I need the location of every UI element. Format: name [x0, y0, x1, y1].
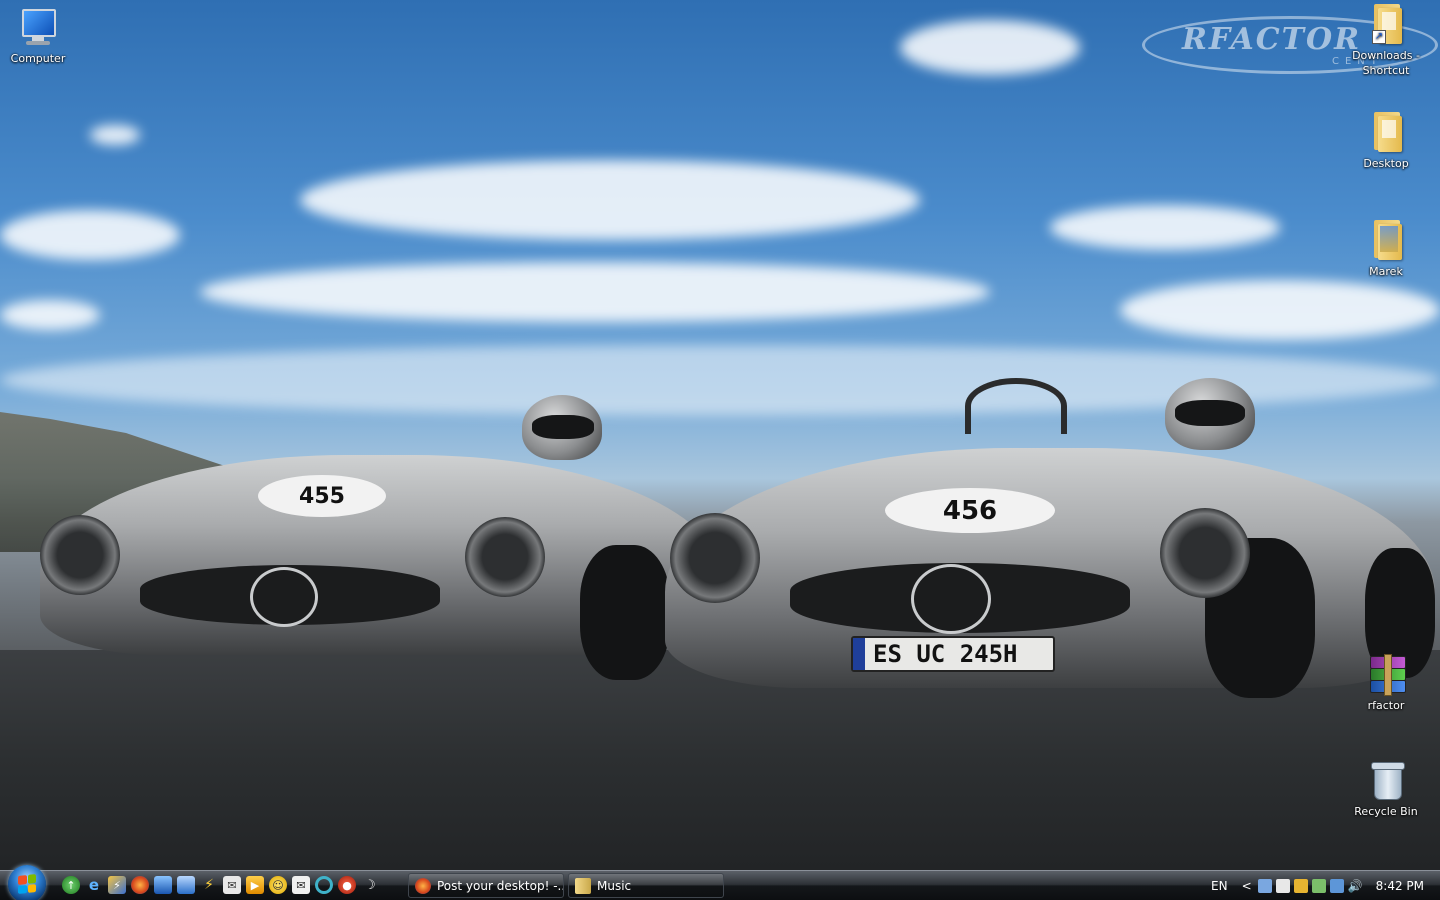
internet-explorer-icon[interactable]: e: [85, 876, 103, 894]
language-indicator[interactable]: EN: [1211, 879, 1228, 893]
desktop-icon-downloads-shortcut[interactable]: ↗ Downloads - Shortcut: [1348, 2, 1424, 78]
recycle-bin-icon: [1366, 758, 1406, 802]
desktop-icon-rfactor[interactable]: rfactor: [1348, 652, 1424, 713]
desktop-icon-label: Computer: [10, 52, 66, 65]
media-player-icon[interactable]: ▶: [246, 876, 264, 894]
car-right: 456 ES UC 245H: [665, 378, 1440, 703]
system-tray: EN < 🔊 8:42 PM: [1211, 871, 1440, 900]
car-wheel: [580, 545, 670, 680]
desktop-icon-label: rfactor: [1367, 699, 1405, 712]
headlight: [465, 517, 545, 597]
quick-launch: ↑ e ⚡ ⚡ ✉ ▶ ☺ ✉ ● ☽: [62, 876, 379, 896]
logo-text: RFACTOR: [1182, 22, 1362, 57]
smiley-icon[interactable]: ☺: [269, 876, 287, 894]
windows-logo-icon: [18, 874, 36, 894]
race-number-roundel: 455: [258, 475, 386, 517]
eu-band: [853, 638, 865, 670]
taskbar: ↑ e ⚡ ⚡ ✉ ▶ ☺ ✉ ● ☽ Post your desktop! -…: [0, 865, 1440, 900]
folder-shortcut-icon: ↗: [1366, 2, 1406, 46]
cloud: [300, 160, 920, 240]
license-plate: ES UC 245H: [851, 636, 1055, 672]
desktop-icon-label: Desktop: [1363, 157, 1409, 170]
cloud: [1050, 205, 1280, 250]
race-number: 456: [942, 495, 998, 526]
mercedes-star: [911, 564, 991, 634]
chrome-ring-icon[interactable]: [315, 876, 333, 894]
race-number: 455: [299, 483, 345, 509]
desktop-icon-desktop[interactable]: Desktop: [1348, 110, 1424, 171]
lightning-icon[interactable]: [1293, 879, 1308, 893]
display-icon[interactable]: [1275, 879, 1290, 893]
desktop-icon-marek[interactable]: Marek: [1348, 218, 1424, 279]
race-number-roundel: 456: [885, 488, 1055, 533]
helmet-visor: [1175, 400, 1245, 426]
shortcut-arrow-icon: ↗: [1372, 30, 1386, 44]
cloud: [0, 300, 100, 330]
desktop-icon-computer[interactable]: Computer: [0, 5, 76, 66]
record-icon[interactable]: ●: [338, 876, 356, 894]
cloud: [0, 210, 180, 260]
desktop-wallpaper: RFACTOR CENT 455 456 ES UC 245H: [0, 0, 1440, 870]
users-icon[interactable]: [1311, 879, 1326, 893]
clock[interactable]: 8:42 PM: [1376, 879, 1424, 893]
switch-windows-icon[interactable]: [177, 876, 195, 894]
user-folder-icon: [1366, 218, 1406, 262]
task-label: Post your desktop! -...: [437, 878, 564, 893]
desktop-icon-label: Marek: [1369, 265, 1403, 278]
folder-icon: [1366, 110, 1406, 154]
mercedes-star: [250, 567, 318, 627]
task-label: Music: [597, 878, 632, 893]
network-icon[interactable]: [1329, 879, 1344, 893]
firefox-icon: [415, 877, 431, 894]
headlight: [40, 515, 120, 595]
desktop-icon-label: Recycle Bin: [1354, 805, 1418, 818]
cloud: [1120, 280, 1440, 340]
moon-icon[interactable]: ☽: [361, 876, 379, 894]
tray-expand-arrow[interactable]: <: [1242, 879, 1252, 893]
start-button[interactable]: [8, 865, 46, 900]
winrar-archive-icon: [1366, 652, 1406, 696]
cloud: [90, 125, 140, 145]
cloud: [900, 20, 1080, 75]
desktop-icon-label: Downloads - Shortcut: [1352, 49, 1420, 77]
car-left: 455: [40, 395, 720, 685]
volume-icon[interactable]: 🔊: [1348, 879, 1363, 893]
taskbar-button-music[interactable]: Music: [568, 873, 724, 898]
headlight: [670, 513, 760, 603]
taskbar-button-firefox[interactable]: Post your desktop! -...: [408, 873, 564, 898]
messenger-icon[interactable]: ✉: [292, 876, 310, 894]
music-folder-icon: [575, 877, 591, 894]
desktop-icon-recycle-bin[interactable]: Recycle Bin: [1348, 758, 1424, 819]
roll-bar: [965, 378, 1067, 434]
helmet-visor: [532, 415, 594, 439]
headlight: [1160, 508, 1250, 598]
winamp-icon[interactable]: ⚡: [108, 876, 126, 894]
update-icon[interactable]: ↑: [62, 876, 80, 894]
show-desktop-icon[interactable]: [154, 876, 172, 894]
mail-icon[interactable]: ✉: [223, 876, 241, 894]
cloud: [200, 262, 990, 322]
plate-text: ES UC 245H: [873, 640, 1018, 668]
firefox-icon[interactable]: [131, 876, 149, 894]
computer-icon: [18, 5, 58, 49]
lightning-icon[interactable]: ⚡: [200, 876, 218, 894]
headset-icon[interactable]: [1257, 879, 1272, 893]
